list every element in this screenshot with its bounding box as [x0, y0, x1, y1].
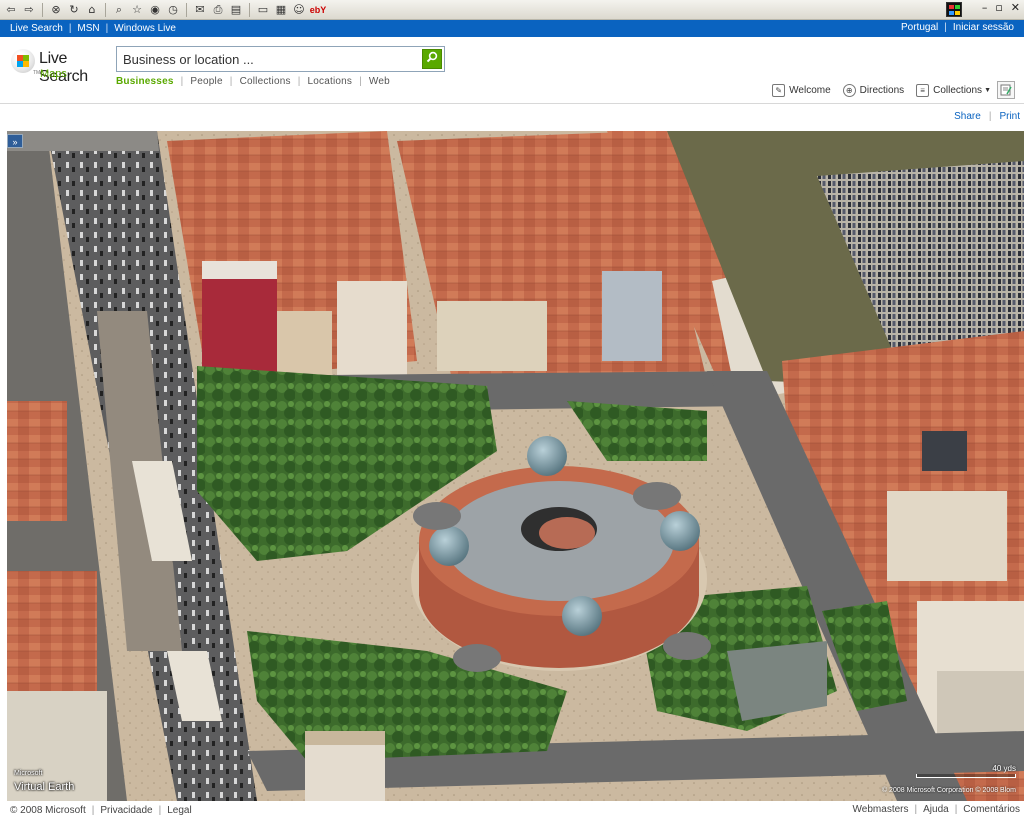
tab-locations[interactable]: Locations	[308, 76, 353, 87]
browser-toolbar: ⇦ ⇨ ⊗ ↻ ⌂ ⌕ ☆ ◉ ◷ ✉ ⎙ ▤ ▭ ▦ ☺ ebY – ▫ ✕	[0, 0, 1024, 20]
map-tools: Share | Print	[954, 111, 1020, 122]
refresh-icon[interactable]: ↻	[66, 2, 82, 18]
toolbar-divider	[249, 2, 250, 17]
footer-legal-link[interactable]: Legal	[167, 805, 191, 816]
search-tabs: Businesses | People | Collections | Loca…	[116, 76, 390, 87]
tab-businesses[interactable]: Businesses	[116, 76, 174, 87]
footer-privacy-link[interactable]: Privacidade	[100, 805, 152, 816]
collections-button[interactable]: ≡ Collections ▼	[916, 83, 991, 97]
footer-right: Webmasters | Ajuda | Comentários	[853, 804, 1020, 815]
search-icon[interactable]: ⌕	[111, 2, 127, 18]
print-link[interactable]: Print	[999, 111, 1020, 122]
forward-icon[interactable]: ⇨	[21, 2, 37, 18]
divider: |	[229, 76, 233, 87]
toolbar-divider	[186, 2, 187, 17]
edit-icon[interactable]: ▤	[228, 2, 244, 18]
birdseye-imagery	[7, 131, 1024, 801]
map-actions: ✎ Welcome ⊕ Directions ≡ Collections ▼	[760, 81, 1015, 99]
toolbar-divider	[42, 2, 43, 17]
divider: |	[68, 23, 72, 34]
divider: |	[297, 76, 301, 87]
link-sign-in[interactable]: Iniciar sessão	[953, 22, 1014, 33]
scale-label: 40 yds	[992, 764, 1016, 773]
collections-icon: ≡	[916, 83, 930, 97]
messenger-icon[interactable]: ☺	[291, 2, 307, 18]
divider: |	[914, 804, 918, 815]
footer: © 2008 Microsoft | Privacidade | Legal W…	[0, 801, 1024, 819]
network-bar: Live Search | MSN | Windows Live Portuga…	[0, 20, 1024, 37]
divider: |	[944, 22, 947, 33]
tab-collections[interactable]: Collections	[240, 76, 291, 87]
minimize-icon[interactable]: –	[982, 1, 988, 14]
print-icon[interactable]: ⎙	[210, 2, 226, 18]
edit-note-button[interactable]	[997, 81, 1015, 99]
back-icon[interactable]: ⇦	[3, 2, 19, 18]
live-search-logo[interactable]: Live Search TM Maps	[11, 46, 111, 85]
virtual-earth-logo: Microsoft Virtual Earth	[14, 770, 74, 795]
note-icon	[1000, 84, 1012, 96]
tab-people[interactable]: People	[190, 76, 222, 87]
logo-microsoft: Microsoft	[14, 770, 43, 777]
steering-wheel-icon: ⊕	[842, 83, 856, 97]
link-msn[interactable]: MSN	[77, 23, 99, 34]
history-icon[interactable]: ◷	[165, 2, 181, 18]
header: Live Search TM Maps Businesses | People …	[0, 37, 1024, 104]
footer-help-link[interactable]: Ajuda	[923, 804, 949, 815]
footer-feedback-link[interactable]: Comentários	[963, 804, 1020, 815]
divider: |	[988, 111, 992, 122]
divider: |	[158, 804, 162, 816]
divider: |	[180, 76, 184, 87]
chevron-down-icon: ▼	[984, 86, 991, 94]
media-icon[interactable]: ◉	[147, 2, 163, 18]
search-input[interactable]	[117, 47, 420, 71]
restore-icon[interactable]: ▫	[995, 1, 1002, 14]
favorites-icon[interactable]: ☆	[129, 2, 145, 18]
map-scale: 40 yds	[916, 764, 1016, 778]
divider: |	[91, 804, 95, 816]
share-link[interactable]: Share	[954, 111, 981, 122]
window-controls: – ▫ ✕	[982, 1, 1020, 14]
mail-icon[interactable]: ✉	[192, 2, 208, 18]
logo-virtual-earth: Virtual Earth	[14, 781, 75, 793]
footer-copyright: © 2008 Microsoft	[10, 804, 86, 816]
footer-webmasters-link[interactable]: Webmasters	[853, 804, 909, 815]
divider: |	[359, 76, 362, 87]
tab-web[interactable]: Web	[369, 76, 390, 87]
home-icon[interactable]: ⌂	[84, 2, 100, 18]
link-live-search[interactable]: Live Search	[10, 23, 63, 34]
toolbar-divider	[105, 2, 106, 17]
aerial-map[interactable]	[7, 131, 1024, 801]
research-icon[interactable]: ▦	[273, 2, 289, 18]
collections-label: Collections	[933, 84, 983, 96]
search-icon	[426, 51, 438, 63]
divider: |	[954, 804, 958, 815]
welcome-button[interactable]: ✎ Welcome	[772, 83, 831, 97]
welcome-icon: ✎	[772, 83, 786, 97]
taskbar-app-icon[interactable]	[946, 2, 962, 17]
stop-icon[interactable]: ⊗	[48, 2, 64, 18]
map-copyright: © 2008 Microsoft Corporation © 2008 Blom	[881, 787, 1016, 794]
directions-label: Directions	[859, 84, 905, 96]
link-windows-live[interactable]: Windows Live	[114, 23, 176, 34]
directions-button[interactable]: ⊕ Directions	[842, 83, 905, 97]
divider: |	[105, 23, 109, 34]
close-icon[interactable]: ✕	[1011, 1, 1020, 14]
welcome-label: Welcome	[789, 84, 831, 96]
ebay-icon[interactable]: ebY	[309, 5, 327, 15]
link-country[interactable]: Portugal	[901, 22, 938, 33]
scale-bar	[916, 774, 1016, 778]
document-icon[interactable]: ▭	[255, 2, 271, 18]
brand-subtitle: Maps	[40, 68, 67, 80]
search-button[interactable]	[422, 49, 442, 69]
search-box	[116, 46, 445, 72]
network-bar-right: Portugal | Iniciar sessão	[901, 22, 1014, 33]
expand-panel-button[interactable]: »	[7, 134, 23, 148]
windows-flag-icon	[11, 49, 35, 73]
